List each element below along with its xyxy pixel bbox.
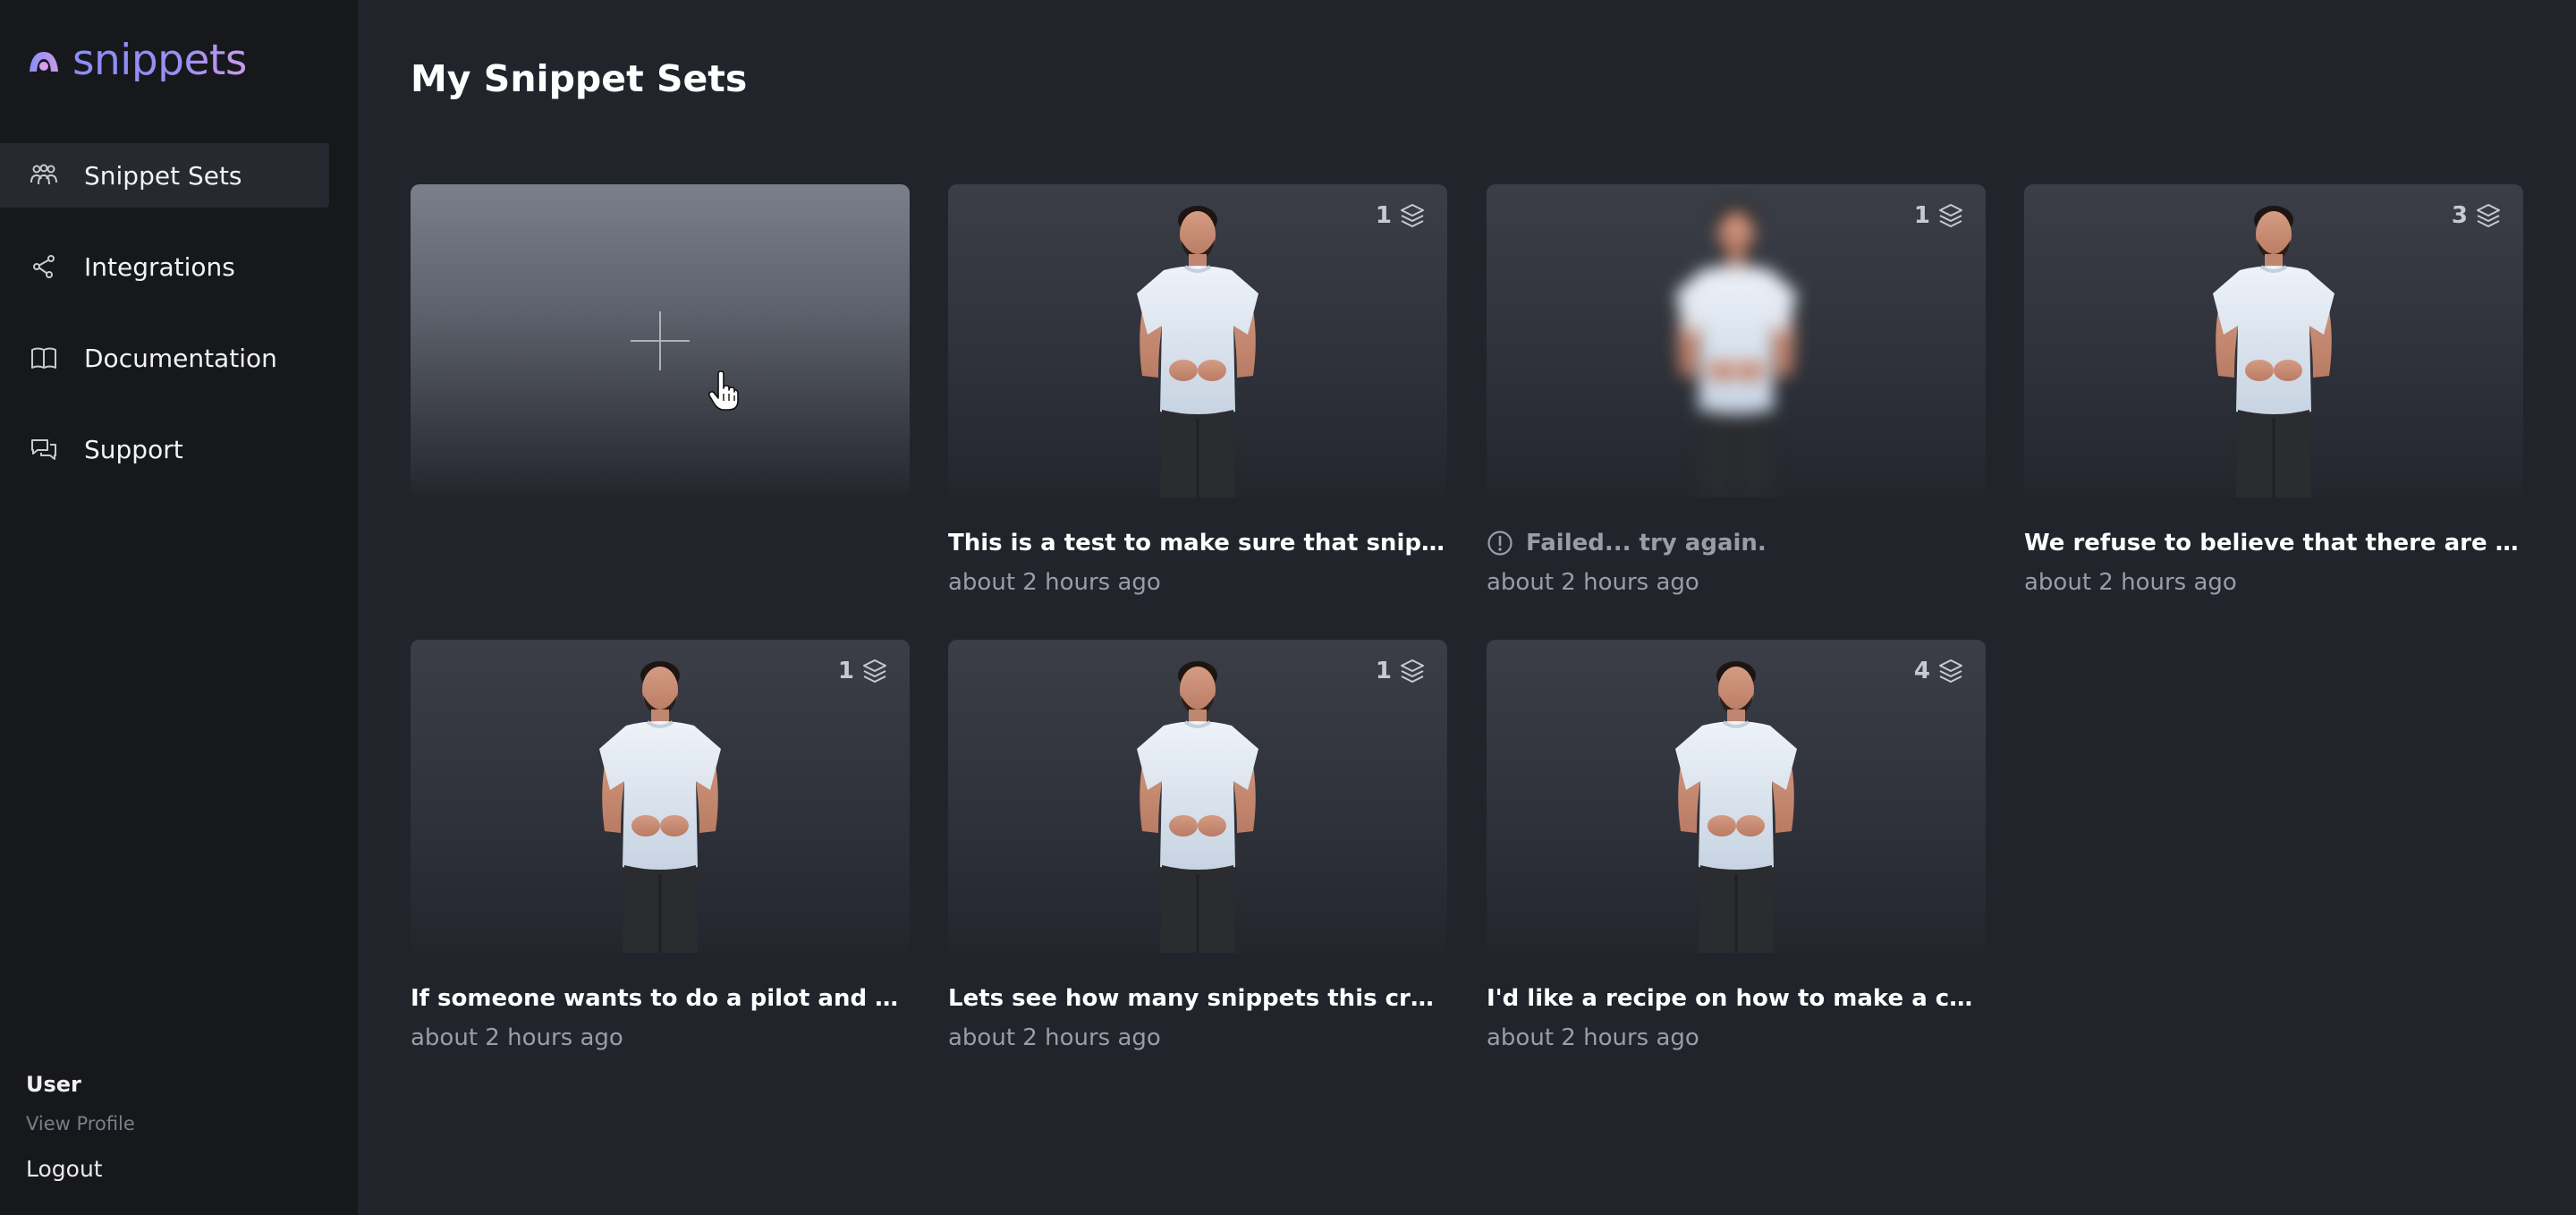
sidebar-item-label: Support	[84, 434, 183, 464]
snippet-timestamp: about 2 hours ago	[1487, 1024, 1699, 1051]
avatar-image	[1647, 656, 1826, 953]
snippet-count: 1	[1375, 202, 1392, 229]
sidebar: snippets Snippet Sets Integrations Docum…	[0, 0, 358, 1215]
sidebar-item-documentation[interactable]: Documentation	[0, 326, 329, 390]
snippet-thumbnail[interactable]: 1	[1487, 184, 1986, 497]
brand-logo[interactable]: snippets	[26, 39, 247, 81]
avatar-image	[571, 656, 750, 953]
book-icon	[29, 343, 59, 373]
new-snippet-set-card[interactable]	[411, 184, 910, 497]
logout-button[interactable]: Logout	[26, 1156, 135, 1182]
share-icon	[29, 251, 59, 282]
hand-cursor-icon	[708, 370, 739, 411]
snippet-thumbnail[interactable]: 3	[2024, 184, 2523, 497]
sidebar-item-label: Snippet Sets	[84, 160, 242, 191]
snippet-thumbnail[interactable]: 1	[948, 184, 1447, 497]
snippet-timestamp: about 2 hours ago	[2024, 569, 2237, 596]
layers-icon	[2475, 202, 2502, 229]
layers-icon	[1937, 658, 1964, 684]
logo-mark-icon	[30, 51, 58, 72]
new-snippet-set-button[interactable]	[411, 184, 910, 497]
chat-icon	[29, 434, 59, 464]
snippet-count-badge: 4	[1914, 658, 1964, 684]
sidebar-item-support[interactable]: Support	[0, 417, 329, 481]
snippet-set-card[interactable]: 1 Failed... try again. about 2 hours ago	[1487, 184, 1986, 596]
snippet-count: 3	[2451, 202, 2468, 229]
snippet-count: 4	[1913, 658, 1930, 684]
snippet-count-badge: 1	[1376, 658, 1426, 684]
snippet-title: We refuse to believe that there are insu…	[2024, 530, 2523, 557]
snippet-timestamp: about 2 hours ago	[1487, 569, 1699, 596]
snippet-timestamp: about 2 hours ago	[411, 1024, 623, 1051]
snippet-title: Failed... try again.	[1526, 530, 1767, 557]
snippet-thumbnail[interactable]: 1	[948, 640, 1447, 953]
snippet-timestamp: about 2 hours ago	[948, 569, 1161, 596]
avatar-image	[1647, 200, 1826, 497]
snippet-set-card[interactable]: 1 Lets see how many snippets this create…	[948, 640, 1447, 1051]
sidebar-item-label: Documentation	[84, 343, 277, 373]
snippet-set-card[interactable]: 3 We refuse to believe that there are in…	[2024, 184, 2523, 596]
snippet-count-badge: 1	[1914, 202, 1964, 229]
snippet-count-badge: 1	[1376, 202, 1426, 229]
sidebar-item-label: Integrations	[84, 251, 235, 282]
snippet-title: This is a test to make sure that snippet…	[948, 530, 1447, 557]
alert-circle-icon	[1487, 531, 1513, 556]
snippet-status: Failed... try again.	[1487, 530, 1986, 557]
layers-icon	[1399, 658, 1426, 684]
snippet-title: I'd like a recipe on how to make a cake.	[1487, 985, 1986, 1012]
avatar-image	[2184, 200, 2363, 497]
plus-icon	[631, 311, 690, 370]
snippet-count: 1	[1913, 202, 1930, 229]
sidebar-nav: Snippet Sets Integrations Documentation	[0, 143, 329, 508]
page-title: My Snippet Sets	[411, 57, 748, 100]
snippet-timestamp: about 2 hours ago	[948, 1024, 1161, 1051]
sidebar-item-integrations[interactable]: Integrations	[0, 234, 329, 299]
layers-icon	[861, 658, 888, 684]
snippet-set-card[interactable]: 1 If someone wants to do a pilot and has…	[411, 640, 910, 1051]
snippet-count: 1	[837, 658, 854, 684]
snippet-count-badge: 1	[838, 658, 888, 684]
layers-icon	[1399, 202, 1426, 229]
snippet-count: 1	[1375, 658, 1392, 684]
avatar-image	[1108, 200, 1287, 497]
view-profile-link[interactable]: View Profile	[26, 1113, 135, 1134]
snippet-count-badge: 3	[2452, 202, 2502, 229]
snippet-title: If someone wants to do a pilot and has t…	[411, 985, 910, 1012]
snippet-title: Lets see how many snippets this creates!	[948, 985, 1447, 1012]
snippet-thumbnail[interactable]: 4	[1487, 640, 1986, 953]
snippet-set-card[interactable]: 4 I'd like a recipe on how to make a cak…	[1487, 640, 1986, 1051]
layers-icon	[1937, 202, 1964, 229]
sidebar-item-snippet-sets[interactable]: Snippet Sets	[0, 143, 329, 208]
user-block: User View Profile Logout	[26, 1072, 135, 1182]
users-icon	[29, 160, 59, 191]
snippet-thumbnail[interactable]: 1	[411, 640, 910, 953]
snippet-set-card[interactable]: 1 This is a test to make sure that snipp…	[948, 184, 1447, 596]
user-name: User	[26, 1072, 81, 1097]
brand-name: snippets	[72, 36, 247, 85]
avatar-image	[1108, 656, 1287, 953]
